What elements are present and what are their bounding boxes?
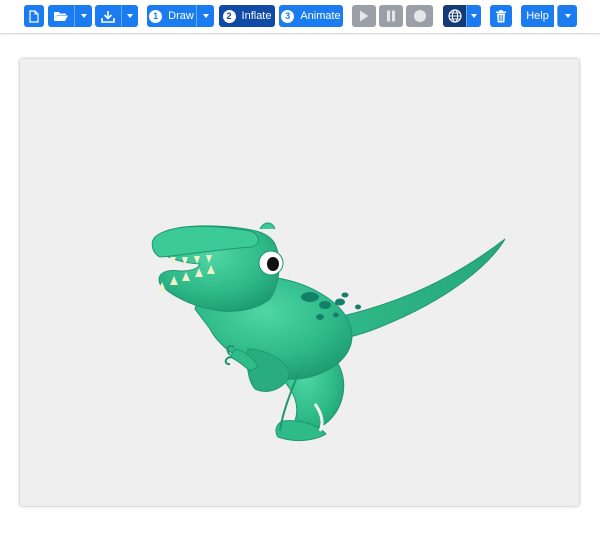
step-number: 1 bbox=[149, 9, 163, 23]
open-button[interactable] bbox=[48, 5, 74, 27]
inflate-button[interactable]: 2 Inflate bbox=[219, 5, 275, 27]
play-icon bbox=[360, 10, 369, 22]
chevron-down-icon bbox=[202, 14, 209, 18]
draw-button[interactable]: 1 Draw bbox=[147, 5, 196, 27]
pause-button[interactable] bbox=[379, 5, 403, 27]
globe-icon bbox=[447, 9, 462, 23]
step-number: 2 bbox=[222, 9, 236, 23]
help-label: Help bbox=[526, 10, 549, 22]
drawing-canvas[interactable] bbox=[20, 59, 579, 506]
toolbar: 1 Draw 2 Inflate 3 Animate Help bbox=[0, 0, 600, 34]
new-file-icon bbox=[29, 9, 39, 23]
play-button[interactable] bbox=[352, 5, 376, 27]
chevron-down-icon bbox=[564, 14, 571, 18]
download-button[interactable] bbox=[95, 5, 121, 27]
delete-button[interactable] bbox=[490, 5, 512, 27]
help-dropdown-button[interactable] bbox=[557, 5, 577, 27]
inflate-label: Inflate bbox=[241, 10, 272, 22]
chevron-down-icon bbox=[471, 14, 477, 18]
trash-icon bbox=[496, 9, 506, 22]
dinosaur-model bbox=[151, 222, 506, 442]
step-number: 3 bbox=[281, 9, 295, 23]
language-button[interactable] bbox=[443, 5, 466, 27]
draw-label: Draw bbox=[168, 10, 194, 22]
help-button[interactable]: Help bbox=[521, 5, 554, 27]
open-dropdown-button[interactable] bbox=[74, 5, 92, 27]
animate-label: Animate bbox=[300, 10, 341, 22]
animate-button[interactable]: 3 Animate bbox=[279, 5, 343, 27]
new-file-button[interactable] bbox=[24, 5, 44, 27]
download-dropdown-button[interactable] bbox=[121, 5, 138, 27]
download-icon bbox=[101, 10, 115, 23]
chevron-down-icon bbox=[80, 14, 87, 18]
language-dropdown-button[interactable] bbox=[466, 5, 481, 27]
chevron-down-icon bbox=[127, 14, 133, 18]
draw-dropdown-button[interactable] bbox=[196, 5, 214, 27]
record-icon bbox=[413, 10, 426, 22]
pause-icon bbox=[387, 10, 395, 22]
open-folder-icon bbox=[54, 12, 68, 21]
record-button[interactable] bbox=[406, 5, 433, 27]
